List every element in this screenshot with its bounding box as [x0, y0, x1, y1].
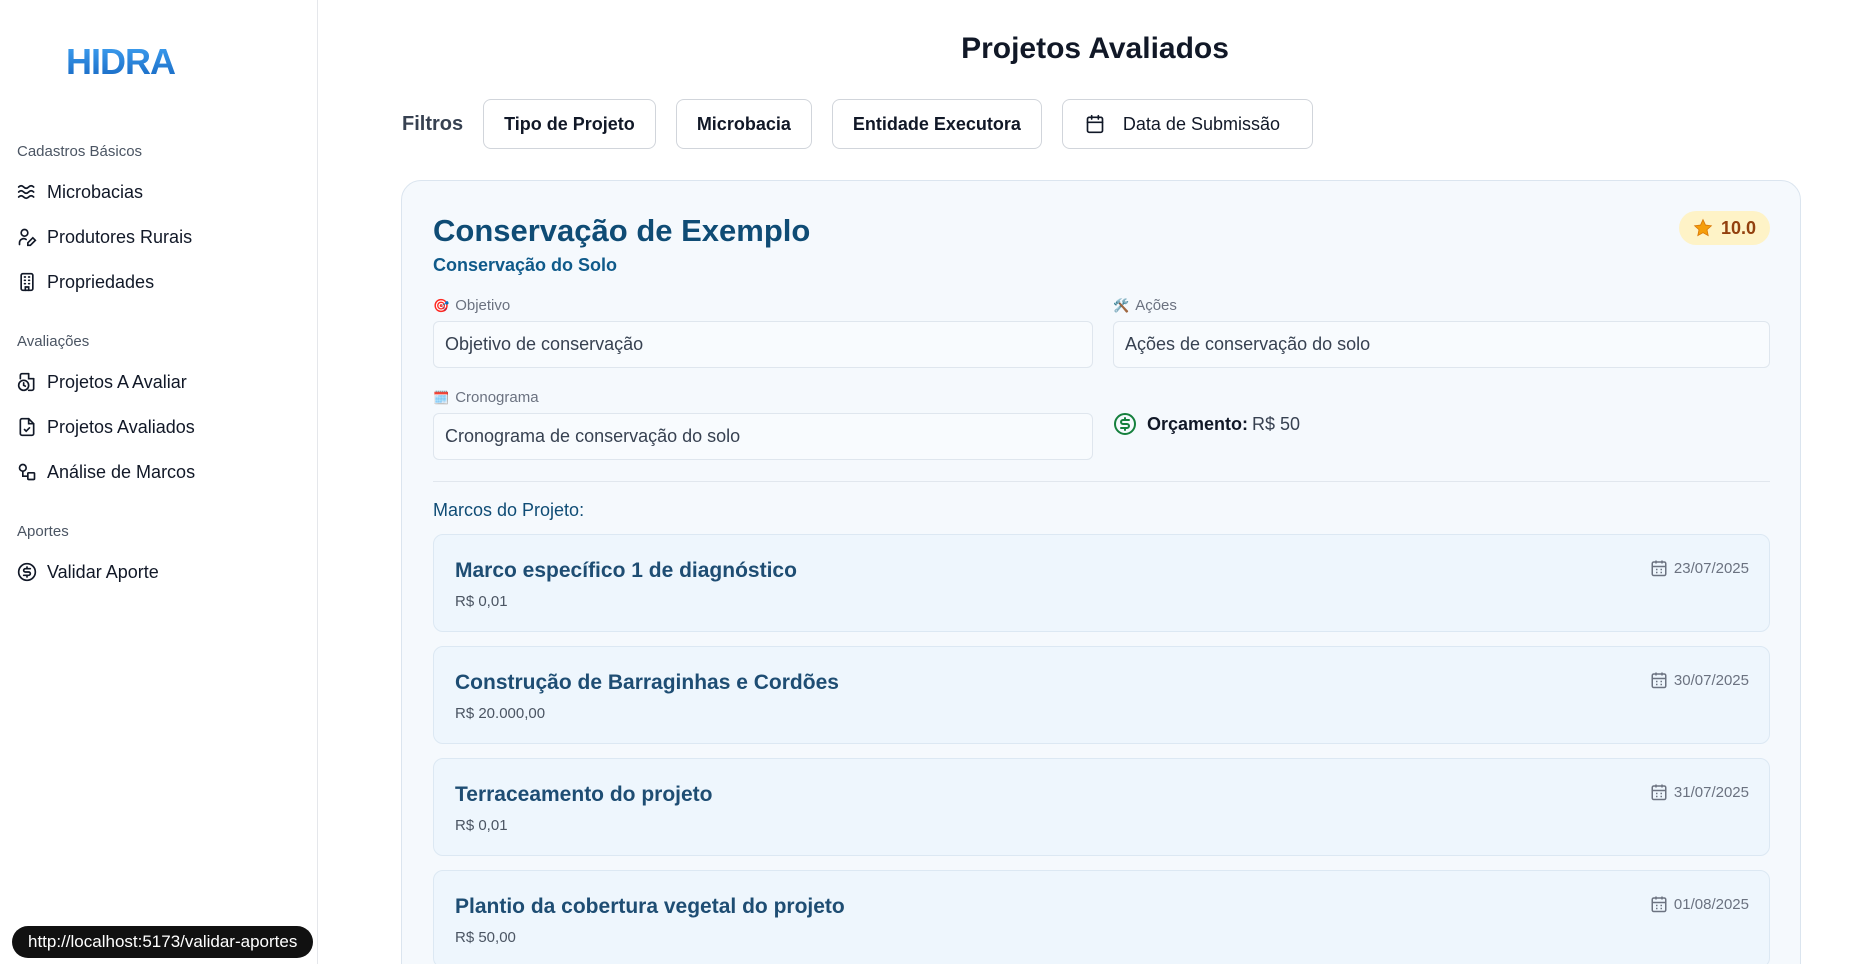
- filters-bar: Filtros Tipo de Projeto Microbacia Entid…: [402, 99, 1313, 149]
- milestone-card[interactable]: Marco específico 1 de diagnóstico R$ 0,0…: [433, 534, 1770, 632]
- filter-entidade-executora-button[interactable]: Entidade Executora: [831, 99, 1042, 149]
- tools-icon: 🛠️: [1113, 297, 1130, 313]
- orcamento-value: R$ 50: [1252, 413, 1301, 434]
- milestone-date: 01/08/2025: [1650, 895, 1749, 913]
- sidebar-item-analise-de-marcos[interactable]: Análise de Marcos: [17, 457, 195, 487]
- filters-label: Filtros: [402, 112, 464, 135]
- hidra-logo[interactable]: HIDRA: [66, 41, 252, 82]
- orcamento-label: Orçamento:: [1147, 413, 1249, 434]
- file-check-icon: [19, 417, 35, 437]
- status-bar-url: http://localhost:5173/validar-aportes: [12, 926, 314, 958]
- filter-microbacia-button[interactable]: Microbacia: [675, 99, 812, 149]
- sidebar-item-label: Validar Aporte: [47, 561, 159, 582]
- sidebar-item-label: Projetos Avaliados: [47, 416, 195, 437]
- score-badge: 10.0: [1678, 211, 1770, 245]
- logo-wordmark: HIDRA: [66, 41, 177, 82]
- star-icon: [1693, 218, 1713, 237]
- file-clock-icon: [17, 372, 35, 392]
- objetivo-field: Objetivo de conservação: [433, 321, 1093, 368]
- milestone-value: R$ 50,00: [455, 929, 516, 946]
- project-title: Conservação de Exemplo: [433, 213, 811, 248]
- cronograma-field: Cronograma de conservação do solo: [433, 413, 1093, 460]
- sidebar: HIDRA Cadastros Básicos Microbacias Prod…: [0, 0, 318, 964]
- calendar-icon: [1651, 560, 1667, 577]
- milestone-value: R$ 0,01: [455, 817, 508, 834]
- nav-group-title: Cadastros Básicos: [17, 143, 143, 160]
- milestone-title: Plantio da cobertura vegetal do projeto: [455, 895, 845, 918]
- dollar-circle-icon: [17, 562, 37, 582]
- project-card: Conservação de Exemplo Conservação do So…: [401, 180, 1801, 964]
- milestone-title: Terraceamento do projeto: [455, 783, 713, 806]
- sidebar-item-label: Microbacias: [47, 181, 144, 202]
- milestone-title: Construção de Barraginhas e Cordões: [455, 671, 839, 694]
- marcos-title: Marcos do Projeto:: [433, 500, 585, 520]
- acoes-label: 🛠️ Ações: [1113, 297, 1177, 314]
- filter-date-label: Data de Submissão: [1122, 113, 1280, 134]
- target-icon: 🎯: [433, 297, 450, 313]
- shapes-icon: [18, 463, 36, 481]
- calendar-emoji-icon: 🗓️: [433, 389, 450, 405]
- milestone-date: 30/07/2025: [1650, 671, 1749, 689]
- milestone-card[interactable]: Construção de Barraginhas e Cordões R$ 2…: [433, 646, 1770, 744]
- sidebar-item-validar-aporte[interactable]: Validar Aporte: [17, 557, 159, 587]
- sidebar-item-projetos-a-avaliar[interactable]: Projetos A Avaliar: [17, 367, 187, 397]
- milestone-date: 31/07/2025: [1650, 783, 1749, 801]
- sidebar-item-produtores-rurais[interactable]: Produtores Rurais: [17, 222, 192, 252]
- filter-data-submissao-button[interactable]: Data de Submissão: [1061, 99, 1313, 149]
- waves-icon: [17, 184, 35, 200]
- acoes-field: Ações de conservação do solo: [1113, 321, 1770, 368]
- filter-tipo-de-projeto-button[interactable]: Tipo de Projeto: [483, 99, 656, 149]
- sidebar-item-microbacias[interactable]: Microbacias: [17, 177, 143, 207]
- milestone-card[interactable]: Terraceamento do projeto R$ 0,01 31/07/2…: [433, 758, 1770, 856]
- milestone-value: R$ 0,01: [455, 593, 508, 610]
- nav-group-title: Avaliações: [17, 333, 90, 350]
- nav-group-title: Aportes: [17, 523, 69, 540]
- milestone-card[interactable]: Plantio da cobertura vegetal do projeto …: [433, 870, 1770, 964]
- milestone-value: R$ 20.000,00: [455, 705, 546, 722]
- sidebar-item-label: Produtores Rurais: [47, 226, 193, 247]
- sidebar-item-propriedades[interactable]: Propriedades: [17, 267, 154, 297]
- sidebar-item-label: Projetos A Avaliar: [47, 371, 187, 392]
- building-icon: [20, 272, 34, 292]
- calendar-icon: [1651, 672, 1667, 689]
- dollar-circle-icon: [1114, 413, 1136, 435]
- objetivo-label: 🎯 Objetivo: [433, 297, 511, 314]
- milestone-date: 23/07/2025: [1650, 559, 1749, 577]
- divider: [433, 481, 1770, 482]
- calendar-icon: [1651, 896, 1667, 913]
- sidebar-item-label: Análise de Marcos: [47, 461, 196, 482]
- score-value: 10.0: [1720, 217, 1756, 238]
- milestone-title: Marco específico 1 de diagnóstico: [455, 559, 797, 582]
- page-title: Projetos Avaliados: [961, 32, 1229, 65]
- svg-text:HIDRA: HIDRA: [66, 44, 176, 78]
- calendar-icon: [1086, 114, 1104, 134]
- sidebar-item-label: Propriedades: [47, 271, 155, 292]
- calendar-icon: [1651, 784, 1667, 801]
- orcamento: Orçamento: R$ 50: [1113, 412, 1300, 436]
- user-pen-icon: [18, 228, 37, 247]
- project-type: Conservação do Solo: [433, 255, 618, 275]
- cronograma-label: 🗓️ Cronograma: [433, 389, 539, 406]
- sidebar-item-projetos-avaliados[interactable]: Projetos Avaliados: [17, 412, 195, 442]
